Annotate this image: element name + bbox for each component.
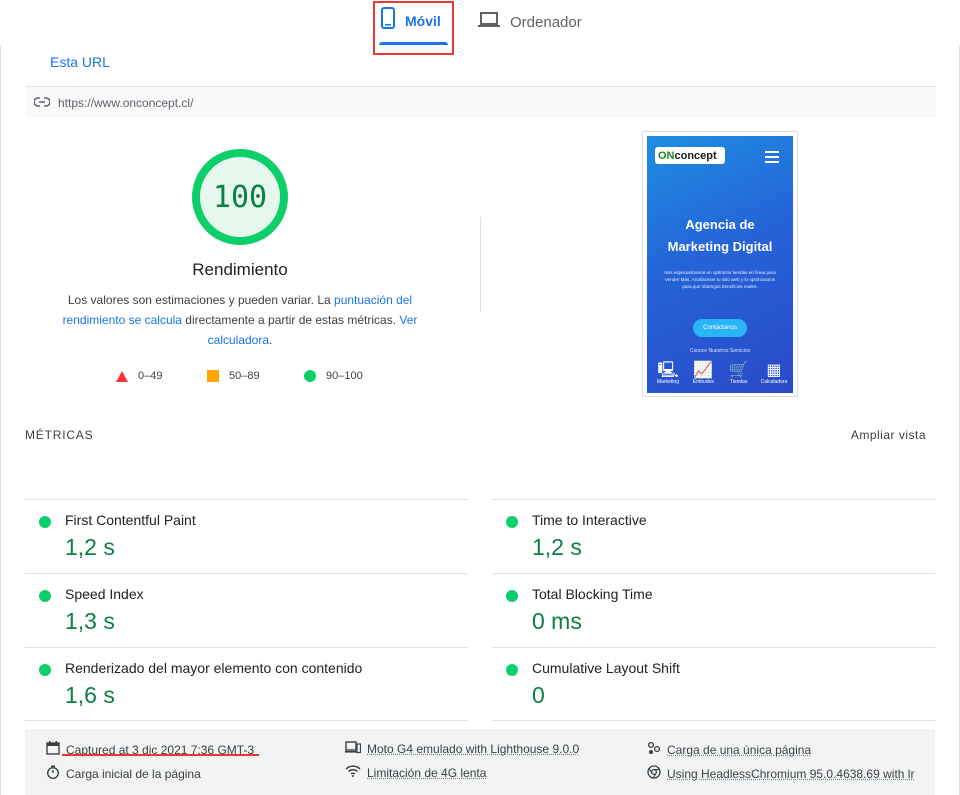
desc-text: directamente a partir de estas métricas.	[181, 313, 400, 327]
performance-title: Rendimiento	[192, 260, 288, 279]
metric-tti: Time to Interactive 1,2 s	[492, 499, 935, 573]
device-info: Moto G4 emulado with Lighthouse 9.0.0	[345, 741, 579, 757]
hero-line: Marketing Digital	[667, 239, 773, 254]
performance-description: Los valores son estimaciones y pueden va…	[55, 290, 425, 350]
url-bar: https://www.onconcept.cl/	[26, 87, 936, 118]
device-text: Moto G4 emulado with Lighthouse 9.0.0	[367, 742, 580, 756]
legend-average: 50–89	[207, 370, 260, 382]
legend-fail-label: 0–49	[138, 370, 163, 382]
highlight-underline	[62, 754, 259, 756]
triangle-icon	[116, 370, 128, 382]
hero-line: Agencia de	[685, 217, 755, 232]
browser-info: Using HeadlessChromium 95.0.4638.69 with…	[647, 765, 914, 782]
desc-text: .	[269, 333, 273, 347]
metric-value: 0	[532, 682, 545, 708]
metric-speed-index: Speed Index 1,3 s	[25, 573, 468, 647]
device-tabs: Móvil Ordenador	[0, 0, 960, 55]
single-load-info: Carga de una única página	[647, 741, 811, 758]
single-load-text: Carga de una única página	[667, 742, 812, 757]
legend-pass: 90–100	[304, 370, 363, 382]
hero-subtitle: Nos especializamos en optimizar tiendas …	[664, 270, 776, 289]
services-text: Conoce Nuestros Servicios	[689, 348, 751, 354]
metric-lcp: Renderizado del mayor elemento con conte…	[25, 647, 468, 721]
logo-on: ON	[658, 149, 675, 162]
legend-pass-label: 90–100	[326, 370, 363, 382]
metric-cls: Cumulative Layout Shift 0	[492, 647, 935, 721]
throttling-info: Limitación de 4G lenta	[345, 765, 486, 780]
laptop-icon	[478, 11, 500, 34]
chart-icon: 📈 Embudos	[692, 362, 714, 385]
calculator-icon: ▦ Calculadora	[760, 362, 788, 385]
throttling-text: Limitación de 4G lenta	[367, 765, 487, 780]
cart-icon: 🛒 Tiendas	[728, 362, 749, 385]
marketing-icon: 🖳 Marketing	[657, 362, 679, 385]
link-icon	[33, 96, 51, 110]
metric-fcp: First Contentful Paint 1,2 s	[25, 499, 468, 573]
metric-title: Cumulative Layout Shift	[532, 660, 680, 676]
desc-text: Los valores son estimaciones y pueden va…	[67, 293, 335, 307]
service-icons: 🖳 Marketing 📈 Embudos 🛒 Tiendas ▦ Calculador…	[651, 362, 791, 385]
metric-title: First Contentful Paint	[65, 512, 196, 528]
icon-label: Calculadora	[760, 379, 788, 385]
circle-icon	[304, 370, 316, 382]
site-logo: ON concept	[655, 147, 725, 164]
expand-view-button[interactable]: Ampliar vista	[851, 428, 926, 442]
legend-fail: 0–49	[116, 370, 162, 382]
browser-text: Using HeadlessChromium 95.0.4638.69 with…	[667, 766, 915, 781]
screenshot-content: ON concept Agencia de Marketing Digital N…	[647, 136, 793, 393]
menu-icon	[765, 151, 779, 166]
metric-title: Total Blocking Time	[532, 586, 653, 602]
chrome-icon	[647, 765, 661, 782]
page-screenshot: ON concept Agencia de Marketing Digital N…	[642, 131, 798, 397]
active-tab-indicator	[379, 42, 448, 45]
initial-load-info: Carga inicial de la página	[46, 765, 201, 782]
metric-title: Time to Interactive	[532, 512, 647, 528]
logo-rest: concept	[674, 149, 717, 162]
tab-this-url[interactable]: Esta URL	[50, 54, 110, 70]
metrics-heading: MÉTRICAS	[25, 428, 94, 442]
cta-button: Contáctanos	[693, 319, 747, 337]
metric-value: 0 ms	[532, 608, 582, 634]
metric-tbt: Total Blocking Time 0 ms	[492, 573, 935, 647]
smartphone-icon	[381, 7, 395, 34]
network-icon	[345, 765, 361, 780]
pass-circle-icon	[506, 590, 518, 602]
hero-title: Agencia de Marketing Digital	[647, 214, 793, 258]
metric-title: Renderizado del mayor elemento con conte…	[65, 660, 363, 676]
tab-desktop[interactable]: Ordenador	[478, 11, 582, 34]
devices-icon	[345, 741, 362, 757]
metric-value: 1,3 s	[65, 608, 115, 634]
pass-circle-icon	[39, 516, 51, 528]
tab-desktop-label: Ordenador	[510, 14, 582, 31]
tab-mobile-label: Móvil	[405, 12, 441, 29]
vertical-divider	[480, 217, 481, 312]
metric-value: 1,2 s	[532, 534, 582, 560]
divider	[25, 720, 468, 721]
divider	[492, 720, 935, 721]
performance-score: 100	[212, 179, 268, 215]
calendar-icon	[46, 741, 60, 758]
icon-label: Tiendas	[729, 379, 748, 385]
pass-circle-icon	[506, 516, 518, 528]
timer-icon	[46, 765, 60, 782]
icon-label: Embudos	[692, 379, 714, 385]
legend-average-label: 50–89	[229, 370, 260, 382]
pass-circle-icon	[39, 590, 51, 602]
runtime-info: Captured at 3 dic 2021 7:36 GMT-3 Carga …	[25, 729, 935, 795]
icon-label: Marketing	[657, 379, 679, 385]
metric-title: Speed Index	[65, 586, 144, 602]
pass-circle-icon	[39, 664, 51, 676]
metric-value: 1,6 s	[65, 682, 115, 708]
initial-load-text: Carga inicial de la página	[66, 766, 201, 781]
pass-circle-icon	[506, 664, 518, 676]
analyzed-url: https://www.onconcept.cl/	[58, 95, 194, 110]
metric-value: 1,2 s	[65, 534, 115, 560]
dots-icon	[647, 741, 661, 758]
square-icon	[207, 370, 219, 382]
